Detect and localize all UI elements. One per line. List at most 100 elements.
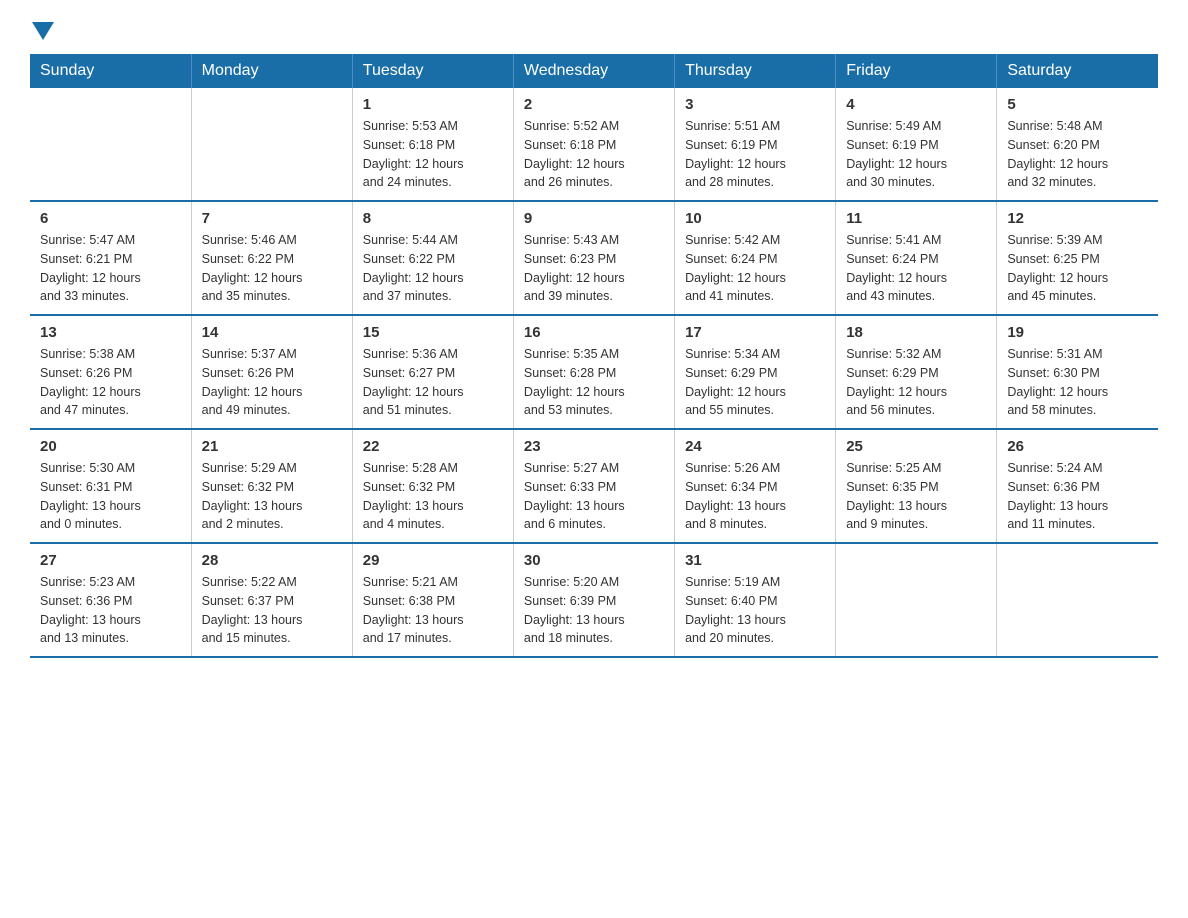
calendar-cell: 15Sunrise: 5:36 AM Sunset: 6:27 PM Dayli…	[352, 315, 513, 429]
day-info: Sunrise: 5:23 AM Sunset: 6:36 PM Dayligh…	[40, 573, 181, 648]
calendar-cell: 6 Sunrise: 5:47 AM Sunset: 6:21 PM Daylig…	[30, 201, 191, 315]
calendar-week-row: 20 Sunrise: 5:30 AM Sunset: 6:31 PM Dayli…	[30, 429, 1158, 543]
calendar-cell: 16Sunrise: 5:35 AM Sunset: 6:28 PM Dayli…	[513, 315, 674, 429]
day-number: 3	[685, 96, 825, 113]
day-info: Sunrise: 5:44 AM Sunset: 6:22 PM Dayligh…	[363, 231, 503, 306]
day-number: 20	[40, 438, 181, 455]
day-number: 7	[202, 210, 342, 227]
day-info: Sunrise: 5:31 AM Sunset: 6:30 PM Dayligh…	[1007, 345, 1148, 420]
day-number: 1	[363, 96, 503, 113]
day-info: Sunrise: 5:30 AM Sunset: 6:31 PM Dayligh…	[40, 459, 181, 534]
day-number: 10	[685, 210, 825, 227]
calendar-cell: 1Sunrise: 5:53 AM Sunset: 6:18 PM Daylig…	[352, 88, 513, 201]
day-info: Sunrise: 5:34 AM Sunset: 6:29 PM Dayligh…	[685, 345, 825, 420]
day-number: 27	[40, 552, 181, 569]
calendar-cell: 20 Sunrise: 5:30 AM Sunset: 6:31 PM Dayli…	[30, 429, 191, 543]
calendar-cell: 5 Sunrise: 5:48 AM Sunset: 6:20 PM Daylig…	[997, 88, 1158, 201]
calendar-cell: 29 Sunrise: 5:21 AM Sunset: 6:38 PM Dayli…	[352, 543, 513, 657]
calendar-cell: 30Sunrise: 5:20 AM Sunset: 6:39 PM Dayli…	[513, 543, 674, 657]
day-number: 14	[202, 324, 342, 341]
calendar-cell: 21Sunrise: 5:29 AM Sunset: 6:32 PM Dayli…	[191, 429, 352, 543]
logo-triangle-icon	[32, 22, 54, 44]
day-info: Sunrise: 5:49 AM Sunset: 6:19 PM Dayligh…	[846, 117, 986, 192]
calendar-cell: 7 Sunrise: 5:46 AM Sunset: 6:22 PM Daylig…	[191, 201, 352, 315]
calendar-cell: 10 Sunrise: 5:42 AM Sunset: 6:24 PM Dayli…	[675, 201, 836, 315]
day-info: Sunrise: 5:42 AM Sunset: 6:24 PM Dayligh…	[685, 231, 825, 306]
calendar-cell: 28 Sunrise: 5:22 AM Sunset: 6:37 PM Dayli…	[191, 543, 352, 657]
calendar-cell: 27 Sunrise: 5:23 AM Sunset: 6:36 PM Dayli…	[30, 543, 191, 657]
calendar-cell: 9 Sunrise: 5:43 AM Sunset: 6:23 PM Daylig…	[513, 201, 674, 315]
day-info: Sunrise: 5:29 AM Sunset: 6:32 PM Dayligh…	[202, 459, 342, 534]
calendar-week-row: 1Sunrise: 5:53 AM Sunset: 6:18 PM Daylig…	[30, 88, 1158, 201]
day-info: Sunrise: 5:28 AM Sunset: 6:32 PM Dayligh…	[363, 459, 503, 534]
day-info: Sunrise: 5:37 AM Sunset: 6:26 PM Dayligh…	[202, 345, 342, 420]
day-number: 25	[846, 438, 986, 455]
day-number: 9	[524, 210, 664, 227]
day-number: 5	[1007, 96, 1148, 113]
day-number: 19	[1007, 324, 1148, 341]
day-info: Sunrise: 5:27 AM Sunset: 6:33 PM Dayligh…	[524, 459, 664, 534]
calendar-header-cell: Sunday	[30, 54, 191, 88]
day-number: 23	[524, 438, 664, 455]
day-info: Sunrise: 5:47 AM Sunset: 6:21 PM Dayligh…	[40, 231, 181, 306]
day-number: 18	[846, 324, 986, 341]
calendar-header-row: SundayMondayTuesdayWednesdayThursdayFrid…	[30, 54, 1158, 88]
day-number: 29	[363, 552, 503, 569]
calendar-cell: 31 Sunrise: 5:19 AM Sunset: 6:40 PM Dayli…	[675, 543, 836, 657]
day-number: 24	[685, 438, 825, 455]
day-info: Sunrise: 5:25 AM Sunset: 6:35 PM Dayligh…	[846, 459, 986, 534]
day-info: Sunrise: 5:38 AM Sunset: 6:26 PM Dayligh…	[40, 345, 181, 420]
calendar-week-row: 27 Sunrise: 5:23 AM Sunset: 6:36 PM Dayli…	[30, 543, 1158, 657]
day-info: Sunrise: 5:26 AM Sunset: 6:34 PM Dayligh…	[685, 459, 825, 534]
calendar-cell: 8Sunrise: 5:44 AM Sunset: 6:22 PM Daylig…	[352, 201, 513, 315]
day-number: 4	[846, 96, 986, 113]
calendar-header-cell: Tuesday	[352, 54, 513, 88]
calendar-header-cell: Monday	[191, 54, 352, 88]
day-number: 6	[40, 210, 181, 227]
calendar-cell: 24 Sunrise: 5:26 AM Sunset: 6:34 PM Dayli…	[675, 429, 836, 543]
day-info: Sunrise: 5:32 AM Sunset: 6:29 PM Dayligh…	[846, 345, 986, 420]
calendar-cell	[997, 543, 1158, 657]
calendar-cell: 14 Sunrise: 5:37 AM Sunset: 6:26 PM Dayli…	[191, 315, 352, 429]
day-info: Sunrise: 5:19 AM Sunset: 6:40 PM Dayligh…	[685, 573, 825, 648]
calendar-cell: 12 Sunrise: 5:39 AM Sunset: 6:25 PM Dayli…	[997, 201, 1158, 315]
page-header	[30, 20, 1158, 44]
day-info: Sunrise: 5:20 AM Sunset: 6:39 PM Dayligh…	[524, 573, 664, 648]
calendar-cell	[30, 88, 191, 201]
calendar-cell: 4 Sunrise: 5:49 AM Sunset: 6:19 PM Daylig…	[836, 88, 997, 201]
day-info: Sunrise: 5:43 AM Sunset: 6:23 PM Dayligh…	[524, 231, 664, 306]
calendar-cell: 3Sunrise: 5:51 AM Sunset: 6:19 PM Daylig…	[675, 88, 836, 201]
calendar-cell: 26Sunrise: 5:24 AM Sunset: 6:36 PM Dayli…	[997, 429, 1158, 543]
day-number: 12	[1007, 210, 1148, 227]
calendar-cell: 2 Sunrise: 5:52 AM Sunset: 6:18 PM Daylig…	[513, 88, 674, 201]
day-info: Sunrise: 5:41 AM Sunset: 6:24 PM Dayligh…	[846, 231, 986, 306]
logo	[30, 20, 54, 44]
day-number: 2	[524, 96, 664, 113]
day-info: Sunrise: 5:22 AM Sunset: 6:37 PM Dayligh…	[202, 573, 342, 648]
day-number: 11	[846, 210, 986, 227]
day-info: Sunrise: 5:39 AM Sunset: 6:25 PM Dayligh…	[1007, 231, 1148, 306]
day-info: Sunrise: 5:48 AM Sunset: 6:20 PM Dayligh…	[1007, 117, 1148, 192]
calendar-cell: 17 Sunrise: 5:34 AM Sunset: 6:29 PM Dayli…	[675, 315, 836, 429]
calendar-header-cell: Friday	[836, 54, 997, 88]
day-info: Sunrise: 5:21 AM Sunset: 6:38 PM Dayligh…	[363, 573, 503, 648]
day-info: Sunrise: 5:46 AM Sunset: 6:22 PM Dayligh…	[202, 231, 342, 306]
calendar-cell: 19 Sunrise: 5:31 AM Sunset: 6:30 PM Dayli…	[997, 315, 1158, 429]
calendar-cell: 11 Sunrise: 5:41 AM Sunset: 6:24 PM Dayli…	[836, 201, 997, 315]
calendar-week-row: 6 Sunrise: 5:47 AM Sunset: 6:21 PM Daylig…	[30, 201, 1158, 315]
day-number: 13	[40, 324, 181, 341]
day-info: Sunrise: 5:36 AM Sunset: 6:27 PM Dayligh…	[363, 345, 503, 420]
calendar-cell: 23 Sunrise: 5:27 AM Sunset: 6:33 PM Dayli…	[513, 429, 674, 543]
calendar-cell	[191, 88, 352, 201]
day-number: 31	[685, 552, 825, 569]
day-number: 17	[685, 324, 825, 341]
calendar-cell	[836, 543, 997, 657]
calendar-cell: 13 Sunrise: 5:38 AM Sunset: 6:26 PM Dayli…	[30, 315, 191, 429]
day-info: Sunrise: 5:52 AM Sunset: 6:18 PM Dayligh…	[524, 117, 664, 192]
day-info: Sunrise: 5:35 AM Sunset: 6:28 PM Dayligh…	[524, 345, 664, 420]
day-number: 28	[202, 552, 342, 569]
day-number: 22	[363, 438, 503, 455]
calendar-cell: 22 Sunrise: 5:28 AM Sunset: 6:32 PM Dayli…	[352, 429, 513, 543]
calendar-cell: 25 Sunrise: 5:25 AM Sunset: 6:35 PM Dayli…	[836, 429, 997, 543]
calendar-header-cell: Thursday	[675, 54, 836, 88]
